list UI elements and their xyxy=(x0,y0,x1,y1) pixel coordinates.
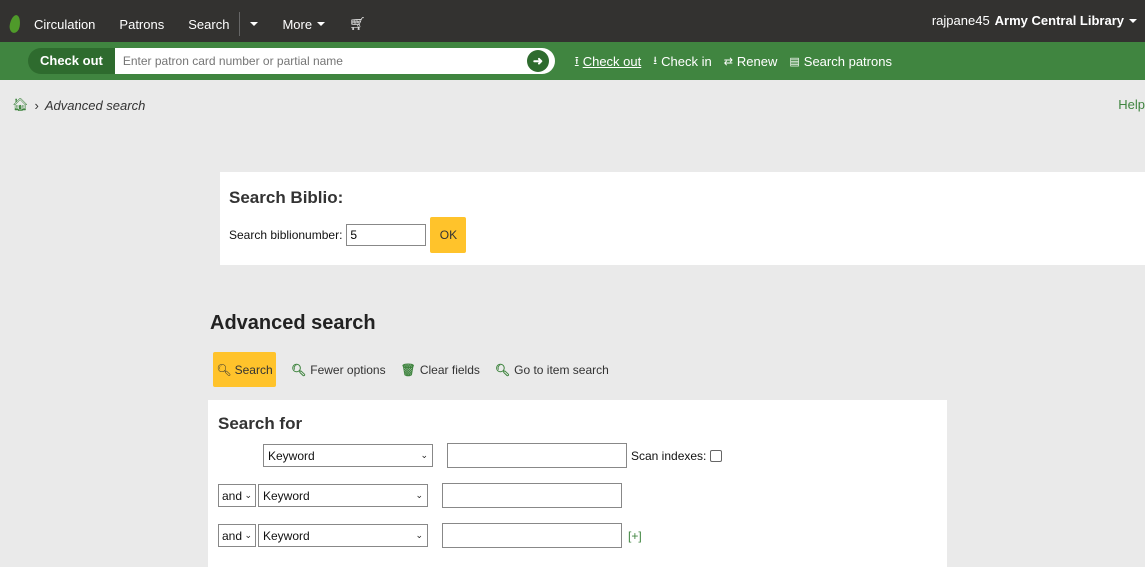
koha-leaf-logo[interactable] xyxy=(8,14,22,34)
index-select-value: Keyword xyxy=(263,528,310,543)
biblionumber-label: Search biblionumber: xyxy=(229,228,343,242)
clear-fields-label: Clear fields xyxy=(419,362,480,377)
search-for-title: Search for xyxy=(218,414,303,433)
operator-select[interactable]: and ⌄ xyxy=(218,524,256,547)
magnifier-icon: 🔍︎ xyxy=(216,362,232,377)
chevron-right-icon: › xyxy=(34,97,39,113)
cart-icon[interactable]: 🛒︎ xyxy=(349,16,366,32)
nav-search[interactable]: Search xyxy=(188,17,229,32)
search-biblio-title: Search Biblio: xyxy=(229,188,344,207)
ok-button[interactable]: OK xyxy=(430,217,467,253)
index-select-value: Keyword xyxy=(263,488,310,503)
fewer-options-label: Fewer options xyxy=(310,362,386,377)
chevron-down-icon: ⌄ xyxy=(244,490,252,500)
caret-down-icon xyxy=(317,22,326,26)
checkin-link-label: Check in xyxy=(661,53,712,69)
home-icon[interactable]: 🏠︎ xyxy=(12,97,29,113)
advanced-search-toolbar: 🔍︎ Search 🔍︎ Fewer options 🗑︎ Clear fields … xyxy=(213,352,609,387)
clear-fields-link[interactable]: 🗑︎ Clear fields xyxy=(401,363,480,377)
search-term-input[interactable] xyxy=(442,523,622,548)
magnifier-icon: 🔍︎ xyxy=(494,362,511,377)
breadcrumb-current: Advanced search xyxy=(44,97,146,113)
download-icon: ⭳ xyxy=(653,54,658,67)
nav-circulation[interactable]: Circulation xyxy=(34,17,95,32)
chevron-down-icon: ⌄ xyxy=(420,450,428,460)
scan-indexes-label: Scan indexes: xyxy=(631,448,707,463)
magnifier-icon: 🔍︎ xyxy=(291,362,307,377)
search-patrons-link-label: Search patrons xyxy=(803,53,892,69)
search-button-label: Search xyxy=(234,362,273,377)
checkout-link-label: Check out xyxy=(582,53,642,69)
renew-link-label: Renew xyxy=(736,53,778,69)
search-biblio-panel: Search Biblio: Search biblionumber: OK xyxy=(220,172,1145,265)
id-card-icon: ▤ xyxy=(789,55,800,68)
top-navbar: Circulation Patrons Search More 🛒︎ rajpa… xyxy=(0,0,1145,42)
nav-divider xyxy=(239,12,241,36)
chevron-down-icon: ⌄ xyxy=(415,530,423,540)
checkout-link[interactable]: ⭱ Check out xyxy=(575,52,641,71)
patron-search-input[interactable] xyxy=(114,48,555,74)
scan-indexes-checkbox[interactable] xyxy=(710,449,723,462)
index-select[interactable]: Keyword ⌄ xyxy=(258,524,428,547)
submit-arrow-icon[interactable]: ➜ xyxy=(526,50,549,72)
checkout-bar: Check out ➜ ⭱Check out ⭳Check in ⇄Renew … xyxy=(0,42,1145,80)
search-button[interactable]: 🔍︎ Search xyxy=(213,352,276,387)
nav-search-dropdown[interactable] xyxy=(250,22,259,26)
scan-indexes: Scan indexes: xyxy=(631,448,723,463)
search-term-input[interactable] xyxy=(442,483,622,508)
nav-patrons[interactable]: Patrons xyxy=(119,17,164,32)
item-search-label: Go to item search xyxy=(514,362,609,377)
search-row-1: Keyword ⌄ Scan indexes: xyxy=(263,443,723,468)
index-select[interactable]: Keyword ⌄ xyxy=(263,444,433,467)
renew-icon: ⇄ xyxy=(723,55,733,68)
index-select[interactable]: Keyword ⌄ xyxy=(258,484,428,507)
user-menu[interactable]: rajpane45 Army Central Library xyxy=(932,13,1137,28)
renew-link[interactable]: ⇄ Renew xyxy=(724,54,778,69)
username: rajpane45 xyxy=(931,13,990,28)
upload-icon: ⭱ xyxy=(574,54,579,67)
help-link[interactable]: Help xyxy=(1118,97,1145,112)
search-for-panel: Search for Keyword ⌄ Scan indexes: and ⌄ K… xyxy=(208,400,947,567)
biblionumber-input[interactable] xyxy=(346,224,427,246)
operator-value: and xyxy=(222,488,243,503)
breadcrumb: 🏠︎ › Advanced search xyxy=(12,97,145,113)
chevron-down-icon: ⌄ xyxy=(415,490,423,500)
chevron-down-icon: ⌄ xyxy=(244,530,252,540)
checkout-label: Check out xyxy=(28,48,115,74)
nav-more[interactable]: More xyxy=(282,16,326,32)
operator-value: and xyxy=(222,528,243,543)
trash-icon: 🗑︎ xyxy=(400,362,416,377)
search-term-input[interactable] xyxy=(447,443,627,468)
add-row-link[interactable]: [+] xyxy=(628,529,642,543)
search-patrons-link[interactable]: ▤ Search patrons xyxy=(789,54,892,69)
caret-down-icon xyxy=(1129,18,1137,23)
checkin-link[interactable]: ⭳ Check in xyxy=(653,52,711,71)
search-row-2: and ⌄ Keyword ⌄ xyxy=(218,483,622,508)
search-row-3: and ⌄ Keyword ⌄ [+] xyxy=(218,523,642,548)
item-search-link[interactable]: 🔍︎ Go to item search xyxy=(495,363,609,377)
library-name: Army Central Library xyxy=(994,13,1124,28)
index-select-value: Keyword xyxy=(268,448,315,463)
fewer-options-link[interactable]: 🔍︎ Fewer options xyxy=(291,363,386,377)
operator-select[interactable]: and ⌄ xyxy=(218,484,256,507)
nav-more-label: More xyxy=(282,16,313,32)
page-title: Advanced search xyxy=(210,312,376,334)
caret-down-icon xyxy=(250,22,259,26)
biblionumber-row: Search biblionumber: OK xyxy=(229,217,467,253)
